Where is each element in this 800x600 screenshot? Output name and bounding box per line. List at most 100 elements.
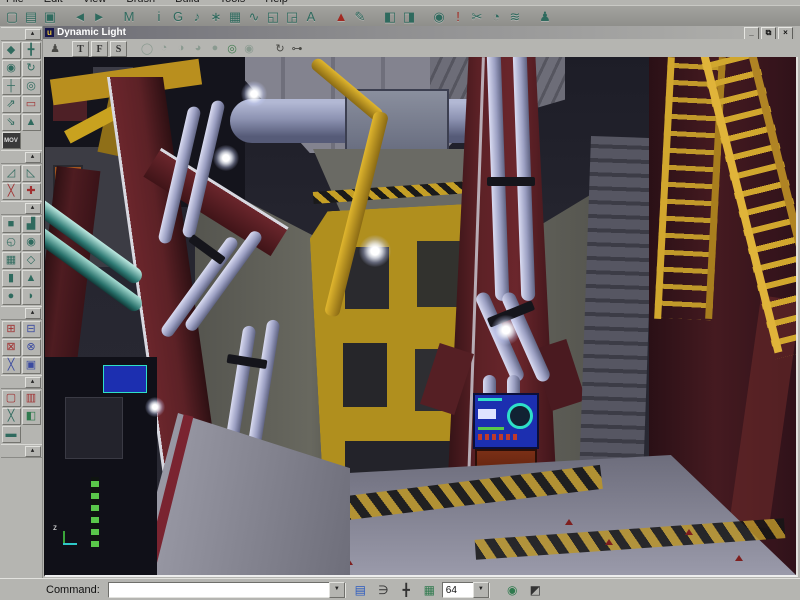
sheet-brush-icon[interactable]: ◇ [22,252,41,269]
sphere-brush-icon[interactable]: ● [2,288,21,305]
play-level-icon[interactable]: ◉ [430,7,448,25]
group-collapse-button[interactable]: ▴ [25,152,41,163]
scene-pipe-clamp [487,177,535,186]
rotation-grid-icon[interactable]: ◉ [504,582,521,598]
rotate-actor-icon[interactable]: ↻ [22,60,41,77]
camera-target-icon[interactable]: ╋ [398,582,415,598]
build-alert-icon[interactable]: ! [449,7,467,25]
curved-stair-brush-icon[interactable]: ◵ [2,234,21,251]
viewport-3d-scene[interactable]: z [44,57,798,577]
zone-portal-mode-icon[interactable]: ◉ [241,41,257,56]
grid-size-select[interactable]: 64 ▼ [442,582,490,598]
save-icon[interactable]: ▣ [41,7,59,25]
viewport-title-bar[interactable]: u Dynamic Light _⧉× [43,26,795,39]
command-bar-right-icons: ◉◩ [498,582,544,598]
realtime-preview-icon[interactable]: ♟ [47,41,63,56]
sheet-grid-brush-icon[interactable]: ▦ [2,252,21,269]
group-browser-icon[interactable]: G [169,7,187,25]
camera-speed-icon[interactable]: ◔ [487,7,505,25]
cube-brush-icon[interactable]: ■ [2,216,21,233]
globe-icon[interactable]: ◎ [22,78,41,95]
csg-deintersect-icon[interactable]: ⊗ [22,339,41,356]
view-front-button[interactable]: F [91,41,108,57]
flatten-icon[interactable]: ▬ [2,426,21,443]
group-collapse-button[interactable]: ▴ [25,308,41,319]
csg-add-icon[interactable]: ⊞ [2,321,21,338]
prefab-browser-icon[interactable]: ◲ [283,7,301,25]
command-input[interactable]: ▼ [108,582,346,598]
scale-actor-icon[interactable]: ⇗ [2,96,21,113]
texture-lock-icon[interactable]: ◩ [527,582,544,598]
polys-mode-icon[interactable]: ◑ [173,41,189,56]
drag-grid-icon[interactable]: ▦ [421,582,438,598]
show-selected-icon[interactable]: ▢ [2,390,21,407]
group-collapse-button[interactable]: ▴ [25,29,41,40]
invert-selection-icon[interactable]: ╳ [2,408,21,425]
axis-move-icon[interactable]: ╋ [22,42,41,59]
stair-brush-icon[interactable]: ▟ [22,216,41,233]
unlit-mode-icon[interactable]: ● [207,41,223,56]
hide-selected-icon[interactable]: ▥ [22,390,41,407]
slope-up-icon[interactable]: ◿ [2,165,21,182]
cut-line-icon[interactable]: ╳ [2,183,21,200]
select-brushes-icon[interactable]: ◧ [22,408,41,425]
group-collapse-button[interactable]: ▴ [25,446,41,457]
slope-down-icon[interactable]: ◺ [22,165,41,182]
new-file-icon[interactable]: ▢ [3,7,21,25]
snap-scale-icon[interactable]: ⇘ [2,114,21,131]
back-arrow-icon[interactable]: ◄ [71,7,89,25]
actor-class-browser-icon[interactable]: ◱ [264,7,282,25]
left-panel-icon[interactable]: ◧ [381,7,399,25]
group-separator: ▴ [1,444,42,458]
scene-gantry-hole [343,343,387,407]
scene-console-warning [478,434,518,440]
camera-icon[interactable]: ◉ [2,60,21,77]
log-window-icon[interactable]: ▤ [352,582,369,598]
weld-line-icon[interactable]: ✚ [22,183,41,200]
volumetric-brush-icon[interactable]: ◗ [22,288,41,305]
scene-light-flare [145,397,165,417]
wireframe-mode-icon[interactable]: ◯ [139,41,155,56]
csg-subtract-icon[interactable]: ⊟ [22,321,41,338]
group-collapse-button[interactable]: ▴ [25,377,41,388]
command-dropdown-button[interactable]: ▼ [329,582,345,598]
texture-browser-icon[interactable]: ▦ [226,7,244,25]
refresh-view-icon[interactable]: ↻ [272,41,288,56]
translate-actor-icon[interactable]: ┼ [2,78,21,95]
sound-browser-icon[interactable]: ∗ [207,7,225,25]
open-folder-icon[interactable]: ▤ [22,7,40,25]
dynamic-light-mode-icon[interactable]: ◎ [224,41,240,56]
view-top-button[interactable]: T [72,41,89,57]
bsp-cuts-mode-icon[interactable]: ◔ [156,41,172,56]
csg-intersect-icon[interactable]: ⊠ [2,339,21,356]
font-icon[interactable]: A [302,7,320,25]
search-actors-icon[interactable]: M [120,7,138,25]
grid-size-dropdown-button[interactable]: ▼ [473,582,489,598]
camera-movement-icon[interactable]: ◆ [2,42,21,59]
scene-floor-marker [685,529,693,535]
vertex-edit-icon[interactable]: ▭ [22,96,41,113]
textured-mode-icon[interactable]: ◕ [190,41,206,56]
right-panel-icon[interactable]: ◨ [400,7,418,25]
build-geometry-icon[interactable]: ▲ [332,7,350,25]
align-viewports-icon[interactable]: ≋ [506,7,524,25]
build-options-icon[interactable]: ✎ [351,7,369,25]
music-browser-icon[interactable]: ♪ [188,7,206,25]
tools-icon[interactable]: ✂ [468,7,486,25]
add-mover-brush-icon[interactable]: ▣ [22,357,41,374]
pin-view-icon[interactable]: ⊶ [289,41,305,56]
spiral-stair-brush-icon[interactable]: ◉ [22,234,41,251]
snap-vertex-icon[interactable]: ∋ [375,582,392,598]
forward-arrow-icon[interactable]: ► [90,7,108,25]
cylinder-brush-icon[interactable]: ▮ [2,270,21,287]
mesh-browser-icon[interactable]: ∿ [245,7,263,25]
scene-console-dial [507,403,533,429]
view-side-button[interactable]: S [110,41,127,57]
add-special-brush-icon[interactable]: ╳ [2,357,21,374]
group-collapse-button[interactable]: ▴ [25,203,41,214]
terrain-icon[interactable]: ▲ [22,114,41,131]
mov-tool-icon[interactable]: MOV [2,132,21,149]
actor-info-icon[interactable]: i [150,7,168,25]
cone-brush-icon[interactable]: ▲ [22,270,41,287]
joystick-icon[interactable]: ♟ [536,7,554,25]
